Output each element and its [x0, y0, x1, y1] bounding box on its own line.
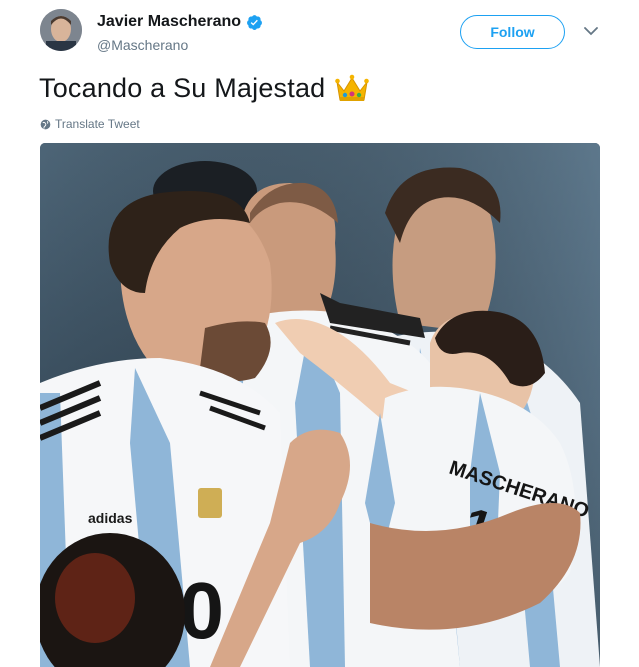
- avatar-image: [40, 9, 82, 51]
- tweet-text: Tocando a Su Majestad: [39, 73, 370, 104]
- author-name[interactable]: Javier Mascherano: [97, 13, 263, 31]
- photo-image: adidas 10 MASCHERANO 14: [40, 143, 600, 667]
- verified-badge-icon: [247, 14, 263, 30]
- globe-icon: [40, 119, 51, 129]
- translate-tweet-link[interactable]: Translate Tweet: [40, 117, 140, 131]
- author-handle[interactable]: @Mascherano: [97, 37, 188, 53]
- follow-button[interactable]: Follow: [460, 15, 565, 49]
- author-avatar[interactable]: [40, 9, 82, 51]
- svg-text:adidas: adidas: [88, 510, 133, 526]
- author-name-text[interactable]: Javier Mascherano: [97, 13, 241, 31]
- tweet-text-content: Tocando a Su Majestad: [39, 73, 326, 103]
- crown-emoji-icon: [335, 74, 370, 101]
- translate-tweet-label[interactable]: Translate Tweet: [55, 117, 140, 131]
- chevron-down-icon[interactable]: [584, 26, 598, 36]
- tweet-photo[interactable]: adidas 10 MASCHERANO 14: [40, 143, 600, 667]
